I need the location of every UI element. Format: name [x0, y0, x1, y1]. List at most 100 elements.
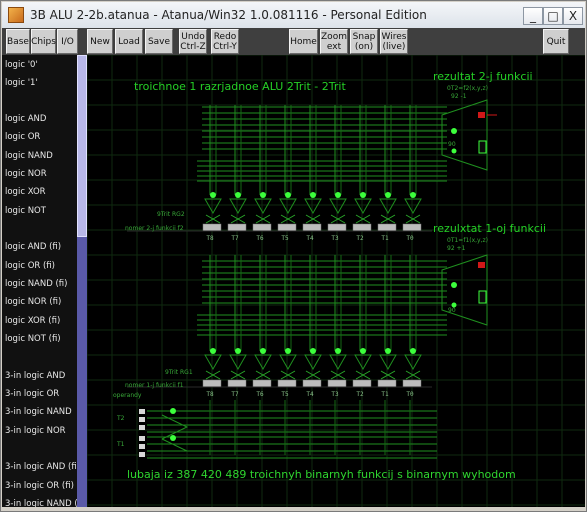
register-cell	[302, 223, 322, 232]
reg2-function-label: nomer 2-j funkcii f2	[125, 225, 184, 232]
reg1-trit-t6: T6	[256, 391, 264, 398]
wires-button[interactable]: Wires (live)	[380, 29, 408, 54]
close-button[interactable]: X	[563, 7, 583, 25]
io-button[interactable]: I/O	[57, 29, 78, 54]
mux-led	[260, 192, 266, 198]
output-red-led	[478, 262, 485, 268]
mux-cross	[205, 214, 221, 224]
reg1-trit-t0: T0	[406, 391, 414, 398]
palette-item-and[interactable]: logic AND	[5, 114, 46, 124]
register-cell	[377, 223, 397, 232]
register-cell	[202, 379, 222, 388]
snap-button[interactable]: Snap (on)	[350, 29, 378, 54]
mux-gate	[354, 354, 372, 371]
base-button[interactable]: Base	[6, 29, 30, 54]
mux-gate	[204, 198, 222, 215]
palette-scrollbar[interactable]	[77, 55, 87, 507]
mux-cross	[255, 214, 271, 224]
circuit-canvas[interactable]: troichnoe 1 razrjadnoe ALU 2Trit - 2Trit…	[87, 55, 585, 507]
palette-item-3in-nor[interactable]: 3-in logic NOR	[5, 426, 66, 436]
output-led	[451, 282, 457, 288]
result1-values: 92 +1	[447, 245, 466, 252]
mux-cross	[255, 370, 271, 380]
palette-item-xor-fi[interactable]: logic XOR (fi)	[5, 316, 60, 326]
mux-cross	[330, 214, 346, 224]
palette-item-xor[interactable]: logic XOR	[5, 187, 46, 197]
mux-led	[385, 348, 391, 354]
chips-button[interactable]: Chips	[31, 29, 56, 54]
operand-switch	[139, 444, 145, 449]
reg1-label: 9Trit RG1	[165, 369, 193, 376]
reg2-trit-t7: T7	[231, 235, 239, 242]
component-palette: logic '0' logic '1' logic AND logic OR l…	[2, 55, 77, 507]
mux-led	[310, 348, 316, 354]
zoom-button[interactable]: Zoom ext	[320, 29, 348, 54]
palette-item-not[interactable]: logic NOT	[5, 206, 46, 216]
title-bar[interactable]: 3B ALU 2-2b.atanua - Atanua/Win32 1.0.08…	[2, 2, 585, 29]
mux-gate	[204, 354, 222, 371]
new-button[interactable]: New	[87, 29, 113, 54]
reg1-trit-t5: T5	[281, 391, 289, 398]
register-cell	[352, 223, 372, 232]
operand-switch	[139, 409, 145, 414]
register-cell	[252, 223, 272, 232]
mux-cross	[305, 214, 321, 224]
minimize-button[interactable]: _	[523, 7, 543, 25]
reg2-trit-t3: T3	[331, 235, 339, 242]
mux-gate	[254, 354, 272, 371]
palette-item-logic-1[interactable]: logic '1'	[5, 78, 38, 88]
load-button[interactable]: Load	[115, 29, 143, 54]
mux-gate	[279, 198, 297, 215]
mux-gate	[229, 198, 247, 215]
operand-switch	[139, 452, 145, 457]
mux-led	[260, 348, 266, 354]
result2-title: rezultat 2-j funkcii	[433, 70, 533, 83]
output-led	[451, 148, 457, 154]
mux-cross	[380, 214, 396, 224]
palette-item-logic-0[interactable]: logic '0'	[5, 60, 38, 70]
mux-cross	[305, 370, 321, 380]
mux-gate	[304, 198, 322, 215]
home-button[interactable]: Home	[289, 29, 318, 54]
mux-led	[410, 192, 416, 198]
palette-item-or-fi[interactable]: logic OR (fi)	[5, 261, 55, 271]
mux-cross	[280, 370, 296, 380]
palette-item-3in-nand-fi[interactable]: 3-in logic NAND (fi)	[5, 499, 77, 507]
mux-led	[235, 348, 241, 354]
palette-item-3in-or-fi[interactable]: 3-in logic OR (fi)	[5, 481, 74, 491]
palette-item-not-fi[interactable]: logic NOT (fi)	[5, 334, 61, 344]
mux-cross	[355, 214, 371, 224]
result2-formula: 0T2=f2(x,y,z)	[447, 85, 489, 92]
reg1-trit-t1: T1	[381, 391, 389, 398]
palette-item-nand[interactable]: logic NAND	[5, 151, 53, 161]
palette-item-or[interactable]: logic OR	[5, 132, 40, 142]
register-cell	[302, 379, 322, 388]
operand-led	[170, 435, 176, 441]
palette-item-3in-or[interactable]: 3-in logic OR	[5, 389, 59, 399]
window-title: 3B ALU 2-2b.atanua - Atanua/Win32 1.0.08…	[30, 8, 427, 22]
redo-button[interactable]: Redo Ctrl-Y	[211, 29, 239, 54]
mux-led	[335, 348, 341, 354]
palette-item-nor[interactable]: logic NOR	[5, 169, 47, 179]
palette-item-3in-and-fi[interactable]: 3-in logic AND (fi)	[5, 462, 77, 472]
scrollbar-thumb[interactable]	[77, 55, 87, 237]
register-cell	[402, 379, 422, 388]
palette-item-nand-fi[interactable]: logic NAND (fi)	[5, 279, 67, 289]
palette-item-3in-nand[interactable]: 3-in logic NAND	[5, 407, 72, 417]
palette-item-3in-and[interactable]: 3-in logic AND	[5, 371, 65, 381]
mux-cross	[380, 370, 396, 380]
reg2-trit-t8: T8	[206, 235, 214, 242]
palette-item-and-fi[interactable]: logic AND (fi)	[5, 242, 61, 252]
maximize-button[interactable]: □	[543, 7, 563, 25]
operand-decoder	[161, 414, 189, 452]
mux-led	[210, 192, 216, 198]
operand-t2-label: T2	[117, 415, 125, 422]
mux-cross	[355, 370, 371, 380]
reg2-trit-t0: T0	[406, 235, 414, 242]
undo-button[interactable]: Undo Ctrl-Z	[179, 29, 207, 54]
operand-t1-label: T1	[117, 441, 125, 448]
quit-button[interactable]: Quit	[543, 29, 569, 54]
palette-item-nor-fi[interactable]: logic NOR (fi)	[5, 297, 61, 307]
save-button[interactable]: Save	[145, 29, 173, 54]
register-cell	[277, 379, 297, 388]
